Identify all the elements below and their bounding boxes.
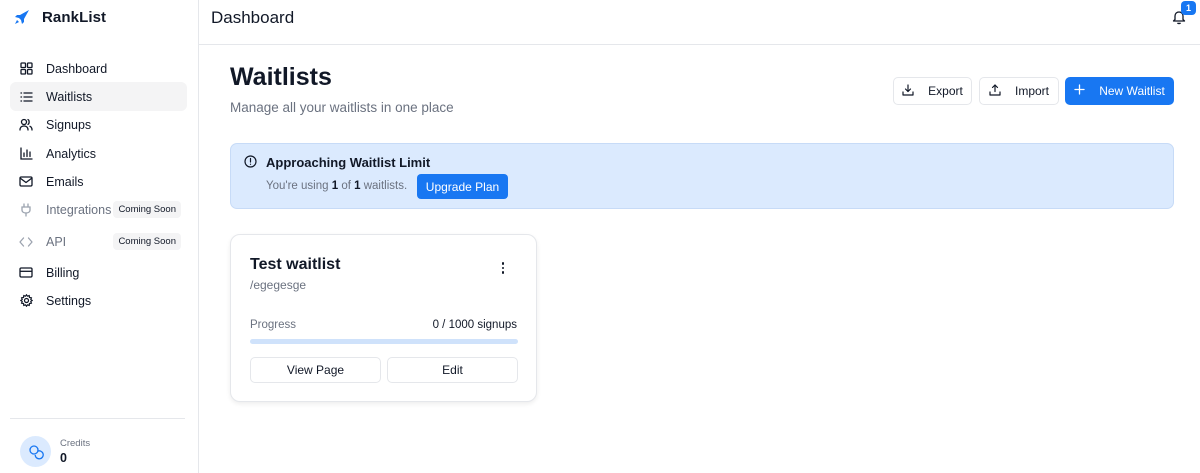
sidebar-item-label: Billing: [46, 265, 80, 280]
coming-soon-badge: Coming Soon: [113, 201, 181, 218]
coins-icon: [20, 436, 51, 467]
edit-button[interactable]: Edit: [387, 357, 518, 383]
page-title: Waitlists: [230, 63, 332, 91]
sidebar-item-label: Waitlists: [46, 89, 93, 104]
sidebar-item-signups[interactable]: Signups: [10, 110, 187, 139]
more-options-icon[interactable]: [497, 261, 509, 275]
waitlist-slug: /egegesge: [250, 278, 307, 292]
sidebar-item-label: API: [46, 234, 67, 249]
alert-title: Approaching Waitlist Limit: [266, 155, 431, 170]
export-label: Export: [928, 84, 963, 98]
progress-count: 0 / 1000 signups: [432, 319, 517, 331]
sidebar-item-analytics[interactable]: Analytics: [10, 139, 187, 168]
list-icon: [19, 90, 33, 104]
rocket-logo-icon: [14, 9, 30, 25]
new-waitlist-button[interactable]: New Waitlist: [1065, 77, 1174, 105]
credits-value: 0: [60, 451, 67, 465]
sidebar-item-label: Signups: [46, 117, 92, 132]
sidebar-item-label: Emails: [46, 174, 84, 189]
users-icon: [19, 118, 33, 132]
upgrade-plan-button[interactable]: Upgrade Plan: [417, 174, 508, 199]
brand[interactable]: RankList: [14, 6, 106, 28]
sidebar-item-label: Analytics: [46, 146, 97, 161]
sidebar-item-waitlists[interactable]: Waitlists: [10, 82, 187, 111]
progress-label: Progress: [250, 319, 297, 331]
gear-icon: [19, 294, 33, 308]
plug-icon: [19, 202, 33, 217]
sidebar-divider: [10, 418, 185, 419]
plus-icon: [1074, 84, 1085, 98]
credits-panel: Credits 0: [20, 436, 90, 467]
notification-count-badge: 1: [1181, 1, 1196, 15]
progress-bar: [250, 339, 518, 344]
header-title: Dashboard: [211, 8, 295, 27]
waitlist-card: Test waitlist /egegesge Progress 0 / 100…: [230, 234, 537, 402]
import-label: Import: [1014, 84, 1049, 98]
bar-chart-icon: [19, 147, 33, 161]
sidebar-item-label: Dashboard: [46, 61, 108, 76]
sidebar-item-label: Integrations: [46, 202, 112, 217]
sidebar-item-dashboard[interactable]: Dashboard: [10, 54, 187, 83]
waitlist-name: Test waitlist: [250, 256, 341, 273]
app-name: RankList: [42, 8, 107, 26]
credits-label: Credits: [60, 438, 91, 449]
sidebar-item-emails[interactable]: Emails: [10, 167, 187, 196]
import-button[interactable]: Import: [979, 77, 1059, 105]
alert-text: You're using 1 of 1 waitlists.: [266, 180, 408, 192]
dashboard-grid-icon: [19, 62, 33, 76]
alert-circle-icon: [244, 155, 257, 168]
coming-soon-badge: Coming Soon: [113, 233, 181, 250]
code-icon: [19, 235, 33, 249]
sidebar: RankList Dashboard Waitlists Signups Ana…: [0, 0, 199, 473]
upload-icon: [989, 83, 1001, 99]
page-subtitle: Manage all your waitlists in one place: [230, 100, 454, 115]
export-button[interactable]: Export: [893, 77, 972, 105]
view-page-button[interactable]: View Page: [250, 357, 381, 383]
new-waitlist-label: New Waitlist: [1099, 84, 1165, 98]
sidebar-item-integrations[interactable]: Integrations Coming Soon: [10, 195, 187, 224]
waitlist-limit-alert: Approaching Waitlist Limit You're using …: [230, 143, 1174, 209]
sidebar-item-settings[interactable]: Settings: [10, 286, 187, 315]
sidebar-item-billing[interactable]: Billing: [10, 258, 187, 287]
top-header: Dashboard 1: [199, 0, 1200, 45]
sidebar-item-api[interactable]: API Coming Soon: [10, 227, 187, 256]
download-icon: [902, 83, 914, 99]
credit-card-icon: [19, 266, 33, 280]
sidebar-item-label: Settings: [46, 293, 92, 308]
mail-icon: [19, 175, 33, 189]
